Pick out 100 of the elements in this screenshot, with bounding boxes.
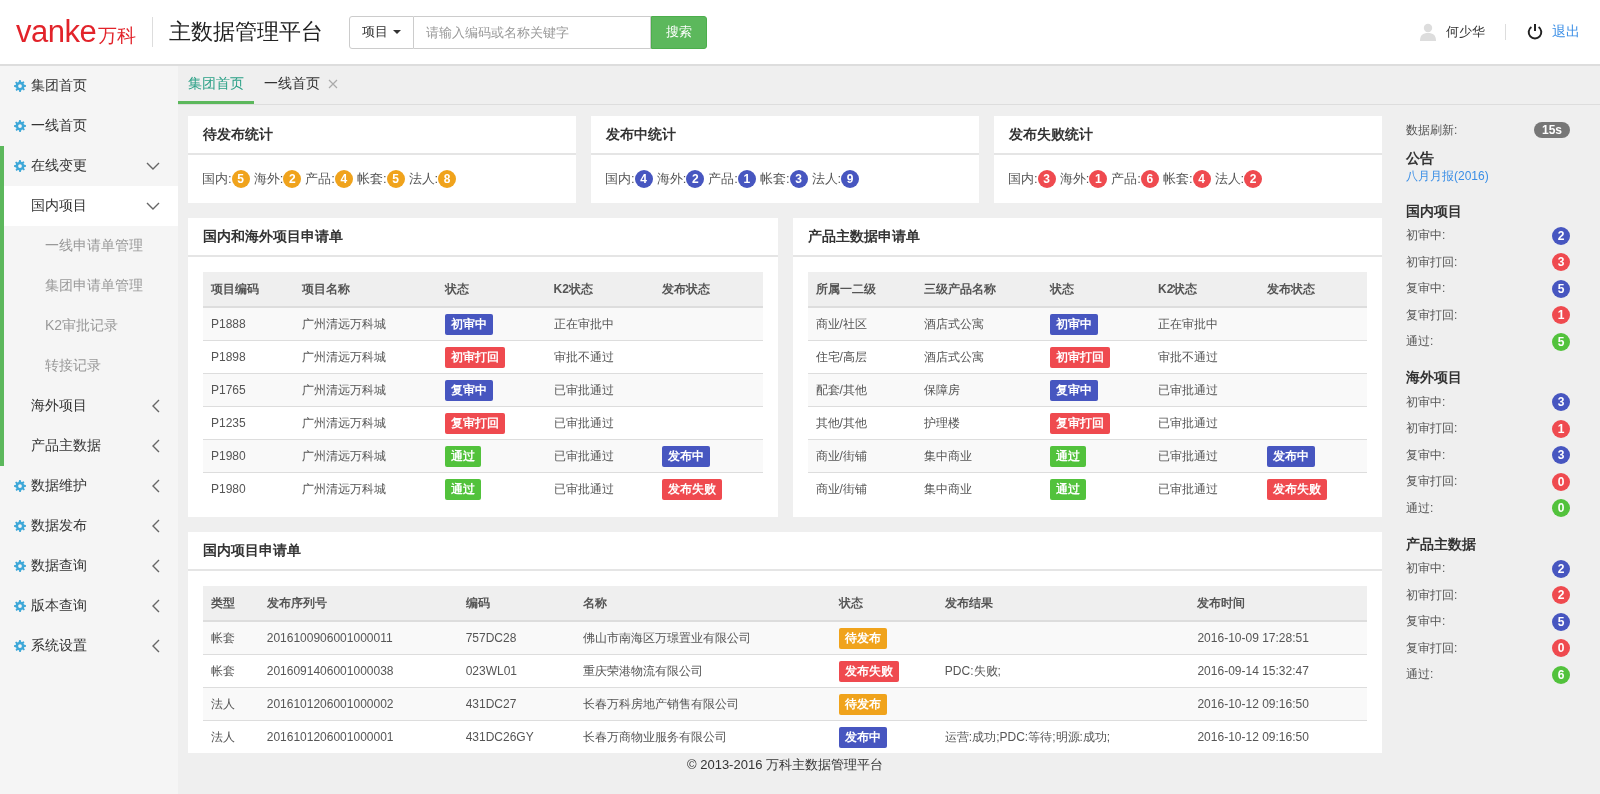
card-title: 国内项目申请单 xyxy=(188,532,1382,571)
status-label: 复审打回: xyxy=(1406,639,1458,657)
status-label: 复审打回: xyxy=(1406,473,1458,491)
count-badge: 2 xyxy=(1552,586,1570,605)
stat-label: 海外: xyxy=(253,170,284,188)
count-badge: 2 xyxy=(1552,559,1570,578)
status-badge: 复审中 xyxy=(445,379,494,401)
table-cell: 广州清远万科城 xyxy=(294,406,438,440)
status-label: 复审中: xyxy=(1406,446,1446,464)
sidebar-item[interactable]: 数据发布 xyxy=(0,506,178,546)
table-cell: P1235 xyxy=(203,406,295,440)
status-label: 复审中: xyxy=(1406,280,1446,298)
count-badge: 3 xyxy=(789,170,808,188)
table-cell: 住宅/高层 xyxy=(807,340,916,374)
table-cell: 长春万商物业服务有限公司 xyxy=(574,720,831,753)
table-cell: 商业/街铺 xyxy=(807,439,916,473)
table-cell: 审批不通过 xyxy=(545,340,654,374)
stat-label: 法人: xyxy=(408,170,439,188)
count-badge: 2 xyxy=(686,170,705,188)
table-cell: 运营:成功;PDC:等待;明源:成功; xyxy=(944,729,1111,744)
count-badge: 8 xyxy=(438,170,457,188)
stat-label: 产品: xyxy=(1111,170,1141,188)
column-header: 发布时间 xyxy=(1189,586,1367,621)
table-cell: 已审批通过 xyxy=(1150,439,1259,473)
table-cell: 商业/社区 xyxy=(807,307,916,341)
card-title: 发布中统计 xyxy=(591,116,979,155)
table-cell: 757DC28 xyxy=(457,621,575,655)
count-badge: 0 xyxy=(1552,639,1570,658)
table-cell: 帐套 xyxy=(203,621,259,655)
user-name: 何少华 xyxy=(1446,23,1485,41)
publish-status-badge: 发布失败 xyxy=(1266,478,1327,500)
status-badge: 复审中 xyxy=(1049,379,1098,401)
table-cell: 其他/其他 xyxy=(807,406,916,440)
table-cell: 广州清远万科城 xyxy=(294,472,438,505)
sidebar-item[interactable]: 数据查询 xyxy=(0,546,178,586)
count-badge: 3 xyxy=(1552,393,1570,412)
status-badge: 通过 xyxy=(1049,478,1086,500)
count-badge: 0 xyxy=(1552,472,1570,491)
sidebar-item[interactable]: 数据维护 xyxy=(0,466,178,506)
table-cell: 2016100906001000011 xyxy=(258,621,458,655)
column-header: 发布状态 xyxy=(1258,272,1367,307)
gear-icon xyxy=(14,520,26,532)
logout-link[interactable]: 退出 xyxy=(1552,23,1580,41)
status-label: 初审打回: xyxy=(1406,420,1458,438)
table-cell: 广州清远万科城 xyxy=(294,307,438,341)
count-badge: 4 xyxy=(1192,170,1211,188)
column-header: 项目编码 xyxy=(203,272,295,307)
table-cell: 广州清远万科城 xyxy=(294,340,438,374)
card-title: 国内和海外项目申请单 xyxy=(188,218,778,257)
table-cell: 帐套 xyxy=(203,654,259,688)
table-cell: 已审批通过 xyxy=(545,439,654,473)
count-badge: 3 xyxy=(1037,170,1056,188)
stat-label: 国内: xyxy=(605,170,635,188)
count-badge: 9 xyxy=(841,170,860,188)
stat-label: 帐套: xyxy=(356,170,387,188)
stat-label: 帐套: xyxy=(759,170,790,188)
column-header: 编码 xyxy=(457,586,575,621)
count-badge: 2 xyxy=(1244,170,1263,188)
table-cell: 长春万科房地产销售有限公司 xyxy=(574,687,831,721)
stat-label: 法人: xyxy=(811,170,842,188)
status-label: 初审中: xyxy=(1406,560,1446,578)
table-cell: 广州清远万科城 xyxy=(294,439,438,473)
sidebar-item[interactable]: 一线首页 xyxy=(0,106,178,146)
status-label: 复审打回: xyxy=(1406,306,1458,324)
table-cell: P1765 xyxy=(203,373,295,407)
footer-text: © 2013-2016 万科主数据管理平台 xyxy=(686,756,884,774)
sidebar-item[interactable]: 系统设置 xyxy=(0,626,178,666)
column-header: 状态 xyxy=(1041,272,1151,307)
table-cell: PDC:失败; xyxy=(944,663,1001,678)
user-icon xyxy=(1420,23,1436,41)
table-cell: 保障房 xyxy=(915,373,1042,407)
tab[interactable]: 一线首页 xyxy=(254,66,348,104)
sidebar-item[interactable]: 集团首页 xyxy=(0,66,178,106)
table-cell: 已审批通过 xyxy=(545,406,654,440)
sidebar-item[interactable]: 版本查询 xyxy=(0,586,178,626)
table-cell: 431DC27 xyxy=(457,687,575,721)
table-cell: 431DC26GY xyxy=(457,720,575,753)
status-label: 复审中: xyxy=(1406,613,1446,631)
table-cell: 2016101206001000002 xyxy=(258,687,458,721)
status-label: 通过: xyxy=(1406,666,1434,684)
group-title: 国内项目 xyxy=(1406,201,1463,221)
power-icon[interactable] xyxy=(1526,23,1544,41)
count-badge: 5 xyxy=(231,170,250,188)
count-badge: 4 xyxy=(634,170,653,188)
sidebar-item[interactable]: 在线变更 xyxy=(0,146,178,186)
logo-wordmark: vanke xyxy=(16,17,97,47)
count-badge: 5 xyxy=(1552,332,1570,351)
status-badge: 待发布 xyxy=(839,693,887,715)
gear-icon xyxy=(14,120,26,132)
table-cell: 已审批通过 xyxy=(1150,472,1259,505)
count-badge: 5 xyxy=(386,170,405,188)
column-header: 发布结果 xyxy=(936,586,1190,621)
scope-dropdown[interactable]: 项目 xyxy=(349,15,415,49)
column-header: 类型 xyxy=(203,586,259,621)
logo-cn-text: 万科 xyxy=(98,24,137,48)
status-badge: 复审打回 xyxy=(1049,412,1110,434)
status-badge: 发布中 xyxy=(839,726,887,748)
search-field[interactable]: 请输入编码或名称关键字 xyxy=(414,15,652,49)
count-badge: 6 xyxy=(1552,665,1570,684)
status-badge: 通过 xyxy=(1049,445,1086,467)
